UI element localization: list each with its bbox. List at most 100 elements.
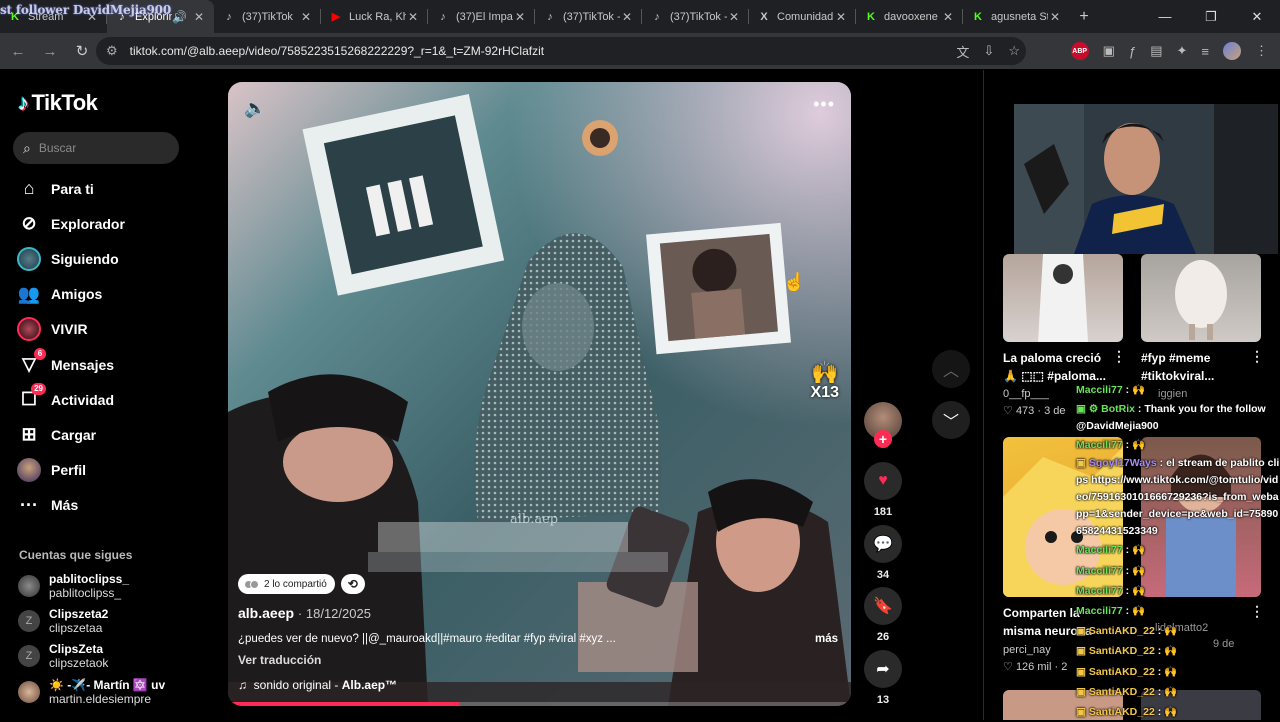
extensions-bar: ABP ▣ ƒ ▤ ✦ ≡ ⋮ bbox=[1070, 33, 1280, 69]
share-count: 13 bbox=[876, 694, 890, 706]
browser-tab-strip: K Stream ✕ ♪ Explorin 🔊 ✕ ♪ (37)TikTok ✕… bbox=[0, 0, 1280, 33]
nav-item-para-ti[interactable]: ⌂ Para ti bbox=[16, 171, 125, 206]
tab-close-icon[interactable]: ✕ bbox=[513, 10, 527, 24]
tab-close-icon[interactable]: ✕ bbox=[941, 10, 955, 24]
feed-title[interactable]: Comparten la bbox=[1003, 604, 1080, 622]
chat-username: Maccili77 bbox=[1076, 564, 1123, 577]
feed-user[interactable]: perci_nay bbox=[1003, 644, 1051, 656]
tiktok-logo[interactable]: ♪ TikTok bbox=[18, 90, 98, 116]
caption-more-link[interactable]: más bbox=[815, 633, 838, 645]
address-bar[interactable]: ⚙ tiktok.com/@alb.aeep/video/75852235152… bbox=[96, 37, 1026, 65]
video-author-row[interactable]: alb.aeep · 18/12/2025 bbox=[238, 605, 371, 621]
browser-tab[interactable]: X Comunidad ✕ bbox=[749, 0, 856, 33]
minimize-icon[interactable]: — bbox=[1142, 0, 1188, 33]
menu-icon[interactable]: ⋮ bbox=[1255, 43, 1268, 59]
chat-message: Maccili77 : 🙌 bbox=[1076, 439, 1146, 452]
browser-tab[interactable]: ♪ (37)El Impa ✕ bbox=[428, 0, 535, 33]
tab-close-icon[interactable]: ✕ bbox=[834, 10, 848, 24]
nav-label: Para ti bbox=[51, 180, 94, 197]
followed-account[interactable]: Z Clipszeta2 clipszetaa bbox=[18, 607, 108, 635]
tab-close-icon[interactable]: ✕ bbox=[299, 10, 313, 24]
like-button[interactable]: ♥ 181 bbox=[864, 462, 902, 518]
shared-by-pill[interactable]: 2 lo compartió bbox=[238, 574, 335, 594]
chat-text: el stream de pablito clips https://www.t… bbox=[1076, 457, 1280, 538]
close-window-icon[interactable]: ✕ bbox=[1234, 0, 1280, 33]
extension-icon[interactable]: ƒ bbox=[1129, 44, 1136, 59]
nav-item-perfil[interactable]: Perfil bbox=[16, 453, 125, 488]
share-button[interactable]: ➦ 13 bbox=[864, 650, 902, 706]
nav-item-mensajes[interactable]: ▽ 6 Mensajes bbox=[16, 347, 125, 382]
video-player[interactable]: 🔈 ••• 🙌 X13 alb.aep 2 lo compartió ⟲ alb… bbox=[228, 82, 851, 706]
more-options-icon[interactable]: ••• bbox=[813, 94, 835, 115]
browser-tab[interactable]: ♪ (37)TikTok ✕ bbox=[214, 0, 321, 33]
more-icon[interactable]: ⋮ bbox=[1112, 348, 1126, 365]
browser-tab[interactable]: ♪ (37)TikTok - ✕ bbox=[535, 0, 642, 33]
share-icon: ➦ bbox=[864, 650, 902, 688]
repost-icon[interactable]: ⟲ bbox=[340, 574, 365, 594]
nav-item-siguiendo[interactable]: Siguiendo bbox=[16, 241, 125, 276]
shared-row: 2 lo compartió ⟲ bbox=[238, 574, 365, 594]
speaker-icon[interactable]: 🔊 bbox=[172, 10, 187, 24]
more-icon[interactable]: ⋮ bbox=[1250, 348, 1264, 365]
comment-button[interactable]: 💬 34 bbox=[864, 525, 902, 581]
profile-icon bbox=[16, 457, 42, 483]
nav-item-vivir[interactable]: VIVIR bbox=[16, 312, 125, 347]
search-input[interactable]: ⌕ Buscar bbox=[13, 132, 179, 164]
friends-icon: 👥 bbox=[17, 283, 41, 304]
video-progress-bar[interactable] bbox=[228, 702, 851, 706]
chat-username: Maccili77 bbox=[1076, 544, 1123, 557]
tab-close-icon[interactable]: ✕ bbox=[1048, 10, 1062, 24]
media-control-icon[interactable]: ≡ bbox=[1201, 44, 1209, 59]
feed-title[interactable]: #fyp #meme bbox=[1141, 349, 1210, 367]
previous-video-button[interactable]: ︿ bbox=[932, 350, 970, 388]
forward-icon[interactable]: → bbox=[36, 37, 64, 65]
feed-thumbnail[interactable] bbox=[1141, 254, 1261, 342]
next-video-button[interactable]: ﹀ bbox=[932, 401, 970, 439]
followed-account[interactable]: pablitoclipss_ pablitoclipss_ bbox=[18, 572, 129, 600]
profile-avatar[interactable] bbox=[1223, 42, 1241, 60]
new-tab-button[interactable]: + bbox=[1070, 8, 1098, 26]
nav-item-explorador[interactable]: ⊘ Explorador bbox=[16, 206, 124, 241]
extension-icon[interactable]: ▤ bbox=[1150, 43, 1162, 59]
author-name: alb.aeep bbox=[238, 605, 295, 621]
follow-plus-icon[interactable]: + bbox=[874, 430, 892, 448]
nav-item-amigos[interactable]: 👥 Amigos bbox=[16, 277, 125, 312]
nav-item-cargar[interactable]: ⊞ Cargar bbox=[16, 417, 125, 452]
tiktok-icon: ♪ bbox=[654, 10, 660, 23]
install-icon[interactable]: ⇩ bbox=[983, 43, 994, 59]
reload-icon[interactable]: ↻ bbox=[68, 37, 96, 65]
site-info-icon[interactable]: ⚙ bbox=[106, 43, 118, 59]
save-button[interactable]: 🔖 26 bbox=[864, 587, 902, 643]
browser-tab[interactable]: ♪ (37)TikTok - ✕ bbox=[642, 0, 749, 33]
feed-title[interactable]: La paloma creció bbox=[1003, 349, 1101, 367]
see-translation-link[interactable]: Ver traducción bbox=[238, 653, 321, 667]
comment-icon: 💬 bbox=[864, 525, 902, 563]
followed-account[interactable]: Z ClipsZeta clipszetaok bbox=[18, 642, 108, 670]
followed-account[interactable]: ☀️ -✈️- Martín 🔯 uv martin.eldesiempre bbox=[18, 678, 165, 706]
sound-row[interactable]: ♫ sonido original - Alb.aep™ bbox=[238, 678, 397, 692]
browser-tab[interactable]: K agusneta St ✕ bbox=[963, 0, 1070, 33]
puzzle-icon[interactable]: ✦ bbox=[1177, 43, 1188, 59]
avatar: Z bbox=[18, 645, 40, 667]
volume-icon[interactable]: 🔈 bbox=[244, 98, 266, 119]
avatar bbox=[250, 579, 259, 589]
restore-icon[interactable]: ❐ bbox=[1188, 0, 1234, 33]
extension-icon[interactable]: ▣ bbox=[1103, 43, 1115, 59]
browser-tab[interactable]: K davooxene ✕ bbox=[856, 0, 963, 33]
back-icon[interactable]: ← bbox=[4, 37, 32, 65]
adblock-icon[interactable]: ABP bbox=[1070, 42, 1089, 60]
tab-title: (37)El Impa bbox=[456, 10, 513, 23]
tab-close-icon[interactable]: ✕ bbox=[727, 10, 741, 24]
nav-item-mas[interactable]: ··· Más bbox=[16, 488, 125, 523]
tab-close-icon[interactable]: ✕ bbox=[406, 10, 420, 24]
feed-user[interactable]: 0__fp___ bbox=[1003, 388, 1049, 400]
translate-icon[interactable]: 文 bbox=[956, 42, 969, 61]
tab-close-icon[interactable]: ✕ bbox=[192, 10, 206, 24]
tab-close-icon[interactable]: ✕ bbox=[620, 10, 634, 24]
browser-tab[interactable]: ▶ Luck Ra, Kh ✕ bbox=[321, 0, 428, 33]
feed-thumbnail[interactable] bbox=[1003, 254, 1123, 342]
nav-item-actividad[interactable]: ☐ 29 Actividad bbox=[16, 382, 125, 417]
bookmark-star-icon[interactable]: ☆ bbox=[1008, 43, 1020, 59]
stream-overlay-text: st follower DavidMejia900 bbox=[0, 3, 171, 17]
sound-prefix: sonido original - bbox=[253, 678, 342, 692]
